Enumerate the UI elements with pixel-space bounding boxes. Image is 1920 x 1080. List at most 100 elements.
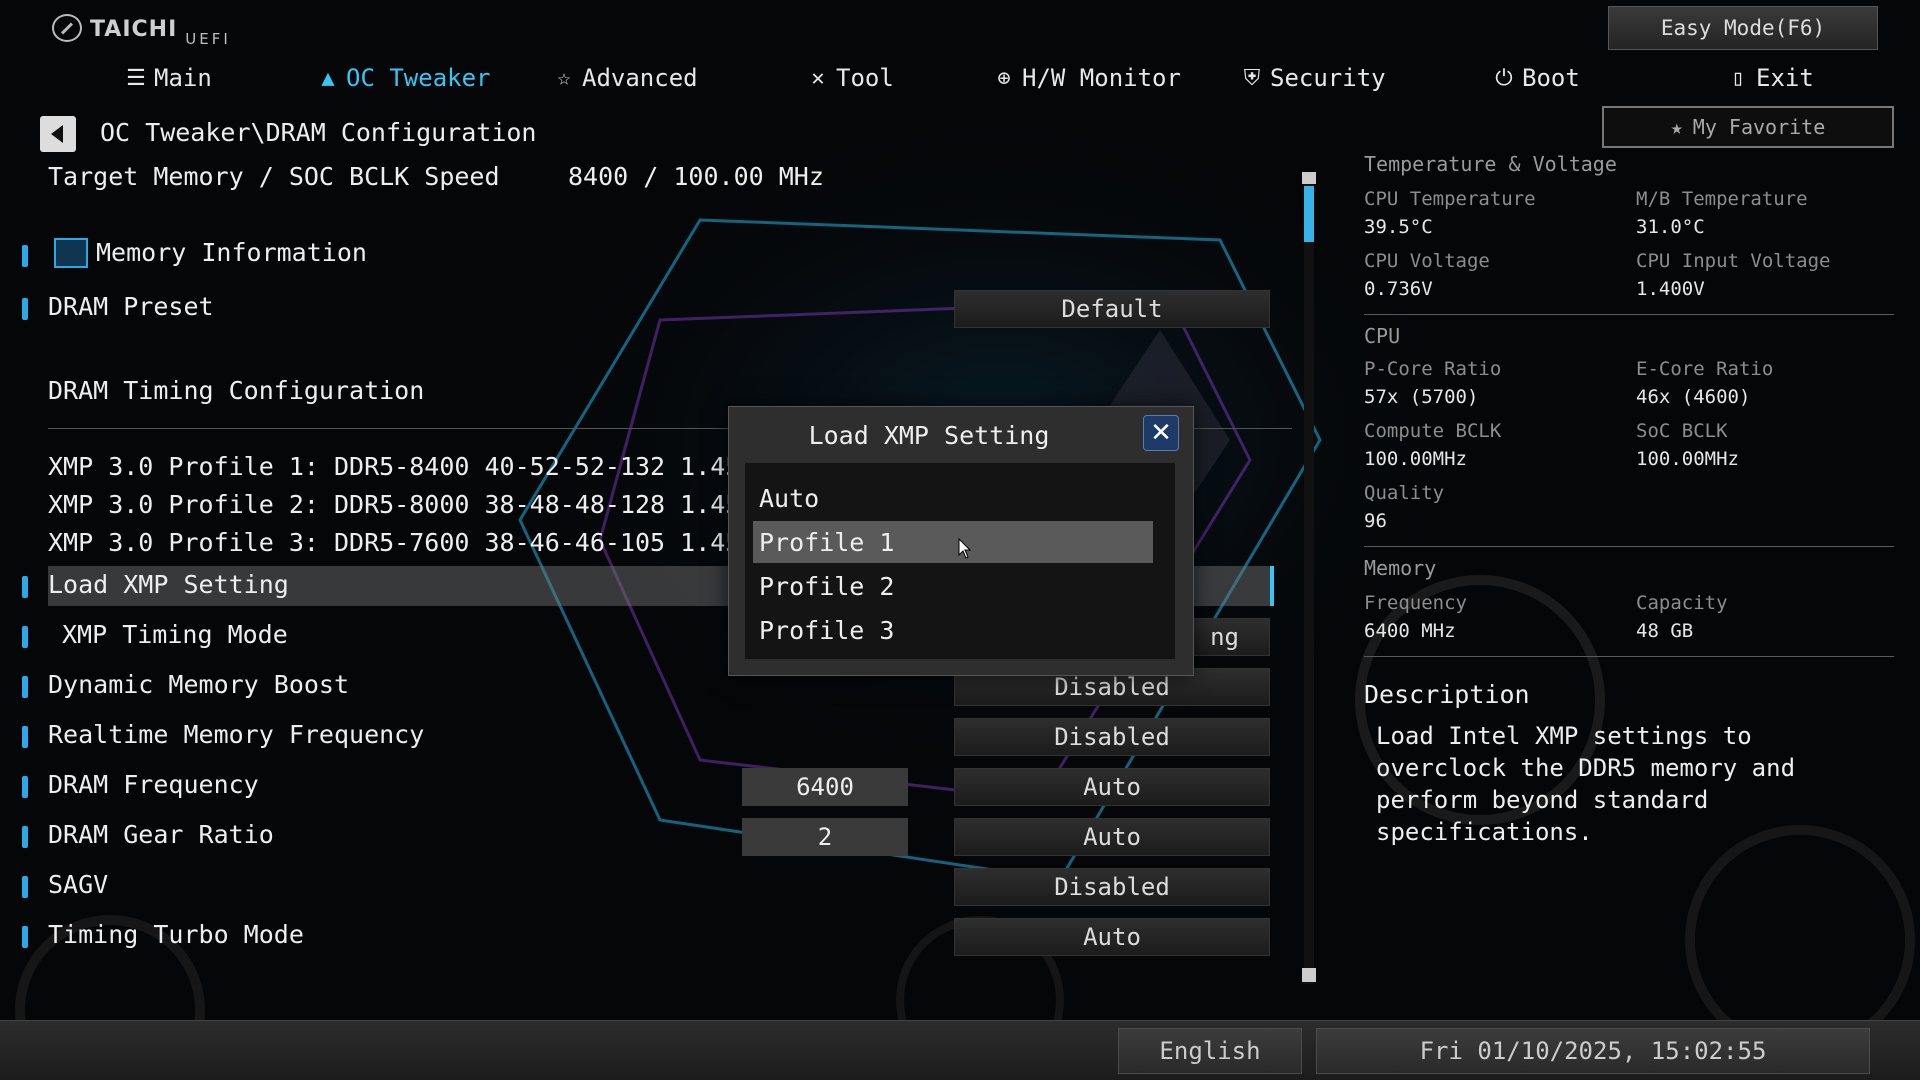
tab-advanced[interactable]: ☆ Advanced [552, 58, 698, 98]
tab-hw-monitor-label: H/W Monitor [1022, 64, 1181, 92]
cpu-input-voltage-value: 1.400V [1636, 278, 1705, 300]
memory-chip-icon [54, 238, 88, 268]
cpu-temp-label: CPU Temperature [1364, 188, 1536, 210]
compute-bclk-label: Compute BCLK [1364, 420, 1502, 442]
tab-boot-label: Boot [1522, 64, 1580, 92]
row-bullet [22, 726, 28, 748]
tab-exit[interactable]: ▯ Exit [1726, 58, 1814, 98]
soc-bclk-value: 100.00MHz [1636, 448, 1739, 470]
close-icon[interactable]: ✕ [1143, 415, 1179, 451]
row-bullet [22, 245, 28, 267]
tab-hw-monitor[interactable]: ⊕ H/W Monitor [992, 58, 1181, 98]
tab-security[interactable]: ⛨ Security [1240, 58, 1386, 98]
datetime-display: Fri 01/10/2025, 15:02:55 [1316, 1028, 1870, 1074]
divider [1364, 314, 1894, 315]
taichi-logo-icon [52, 14, 82, 42]
selection-edge [1270, 566, 1274, 606]
memory-title: Memory [1364, 556, 1437, 580]
memory-information-link[interactable]: Memory Information [96, 238, 367, 267]
power-icon: ⏻ [1495, 65, 1513, 91]
row-bullet [22, 926, 28, 948]
xmp-timing-mode-label: XMP Timing Mode [62, 620, 288, 649]
temp-voltage-title: Temperature & Voltage [1364, 152, 1617, 176]
easy-mode-button[interactable]: Easy Mode(F6) [1608, 6, 1878, 50]
dram-preset-select[interactable]: Default [954, 290, 1270, 328]
shield-icon: ⛨ [1243, 65, 1261, 91]
crosshair-icon: ⊕ [997, 65, 1011, 91]
row-bullet [22, 576, 28, 598]
realtime-memory-frequency-label: Realtime Memory Frequency [48, 720, 425, 749]
tab-main[interactable]: ☰ Main [124, 58, 212, 98]
cpu-voltage-value: 0.736V [1364, 278, 1433, 300]
list-icon: ☰ [126, 65, 146, 91]
cpu-input-voltage-label: CPU Input Voltage [1636, 250, 1831, 272]
quality-label: Quality [1364, 482, 1445, 504]
rocket-icon: ▲ [321, 65, 335, 91]
p-core-ratio-value: 57x (5700) [1364, 386, 1479, 408]
dynamic-memory-boost-label: Dynamic Memory Boost [48, 670, 350, 699]
xmp-profile-line: XMP 3.0 Profile 1: DDR5-8400 40-52-52-13… [48, 452, 831, 481]
divider [1364, 656, 1894, 657]
logo-text: TAICHI [90, 17, 178, 42]
popup-title: Load XMP Setting [808, 421, 1050, 450]
scrollbar-thumb[interactable] [1304, 186, 1314, 242]
my-favorite-label: My Favorite [1692, 115, 1826, 139]
sagv-select[interactable]: Disabled [954, 868, 1270, 906]
my-favorite-button[interactable]: ★ My Favorite [1602, 106, 1894, 148]
tab-oc-tweaker[interactable]: ▲ OC Tweaker [316, 58, 491, 98]
load-xmp-setting-label: Load XMP Setting [48, 570, 289, 599]
dram-timing-config-heading: DRAM Timing Configuration [48, 376, 425, 405]
popup-option[interactable]: Profile 2 [753, 565, 1153, 607]
popup-option[interactable]: Auto [753, 477, 1153, 519]
popup-option[interactable]: Profile 3 [753, 609, 1153, 651]
scroll-down-arrow[interactable] [1302, 968, 1316, 982]
p-core-ratio-label: P-Core Ratio [1364, 358, 1502, 380]
e-core-ratio-label: E-Core Ratio [1636, 358, 1774, 380]
dram-gear-ratio-select[interactable]: Auto [954, 818, 1270, 856]
realtime-memory-frequency-select[interactable]: Disabled [954, 718, 1270, 756]
timing-turbo-mode-select[interactable]: Auto [954, 918, 1270, 956]
cpu-title: CPU [1364, 324, 1401, 348]
target-memory-label: Target Memory / SOC BCLK Speed [48, 162, 500, 191]
xmp-profile-line: XMP 3.0 Profile 3: DDR5-7600 38-46-46-10… [48, 528, 831, 557]
row-bullet [22, 776, 28, 798]
row-bullet [22, 826, 28, 848]
target-memory-value: 8400 / 100.00 MHz [568, 162, 824, 191]
dram-frequency-select[interactable]: Auto [954, 768, 1270, 806]
scrollbar-track[interactable] [1304, 172, 1314, 984]
row-bullet [22, 298, 28, 320]
dram-frequency-label: DRAM Frequency [48, 770, 259, 799]
tab-tool-label: Tool [836, 64, 894, 92]
mb-temp-label: M/B Temperature [1636, 188, 1808, 210]
tab-tool[interactable]: ✕ Tool [806, 58, 894, 98]
star-icon: ★ [1670, 115, 1683, 139]
tab-security-label: Security [1270, 64, 1386, 92]
dram-gear-ratio-label: DRAM Gear Ratio [48, 820, 274, 849]
description-text: Load Intel XMP settings to overclock the… [1376, 722, 1796, 846]
mouse-cursor-icon [958, 538, 972, 559]
capacity-value: 48 GB [1636, 620, 1694, 642]
star-icon: ☆ [557, 65, 571, 91]
soc-bclk-label: SoC BCLK [1636, 420, 1728, 442]
breadcrumb: OC Tweaker\DRAM Configuration [100, 118, 537, 147]
tab-oc-tweaker-label: OC Tweaker [346, 64, 491, 92]
xmp-profile-line: XMP 3.0 Profile 2: DDR5-8000 38-48-48-12… [48, 490, 831, 519]
row-bullet [22, 676, 28, 698]
dram-gear-ratio-current: 2 [742, 818, 908, 856]
tab-advanced-label: Advanced [582, 64, 698, 92]
dram-preset-label: DRAM Preset [48, 292, 214, 321]
scroll-up-arrow[interactable] [1302, 172, 1316, 184]
exit-door-icon: ▯ [1731, 65, 1745, 91]
tools-icon: ✕ [811, 65, 825, 91]
popup-option-selected[interactable]: Profile 1 [753, 521, 1153, 563]
tab-exit-label: Exit [1756, 64, 1814, 92]
sagv-label: SAGV [48, 870, 109, 899]
description-title: Description [1364, 680, 1530, 709]
tab-boot[interactable]: ⏻ Boot [1492, 58, 1580, 98]
frequency-value: 6400 MHz [1364, 620, 1456, 642]
main-nav: ☰ Main ▲ OC Tweaker ☆ Advanced ✕ Tool ⊕ … [0, 58, 1920, 98]
quality-value: 96 [1364, 510, 1387, 532]
back-button[interactable] [40, 116, 76, 152]
language-button[interactable]: English [1118, 1028, 1302, 1074]
cpu-voltage-label: CPU Voltage [1364, 250, 1490, 272]
